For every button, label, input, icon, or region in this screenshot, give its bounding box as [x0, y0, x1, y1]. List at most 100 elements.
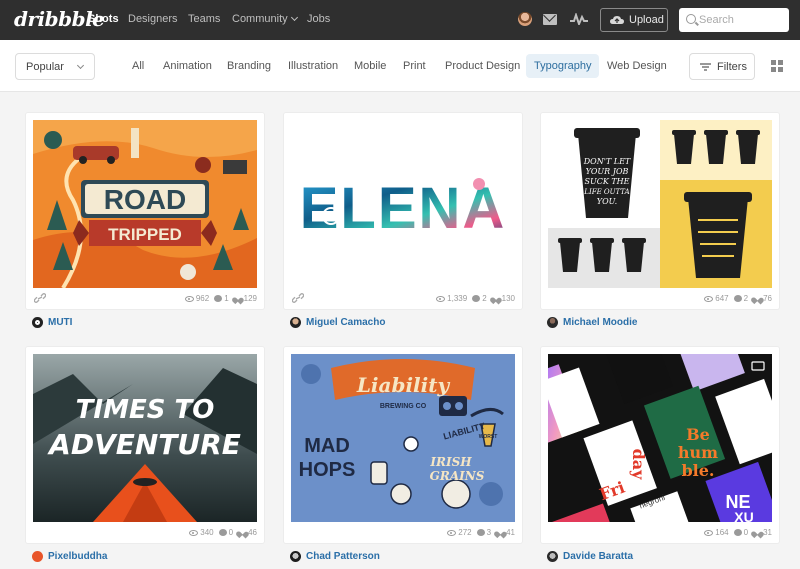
art-text-line3: SUCK THE [584, 177, 629, 186]
tab-branding[interactable]: Branding [219, 54, 279, 78]
shot-stats: 164 0 31 [704, 528, 772, 537]
eye-icon [447, 529, 457, 536]
shot-thumbnail[interactable]: ELENA [291, 120, 515, 288]
shot-thumbnail[interactable]: ROAD TRIPPED [33, 120, 257, 288]
like-button[interactable]: 130 [492, 294, 515, 303]
author-name: Chad Patterson [306, 550, 380, 562]
author-link[interactable]: Davide Baratta [547, 549, 633, 563]
link-icon[interactable] [292, 293, 304, 303]
shot-stats: 272 3 41 [447, 528, 515, 537]
author-link[interactable]: Chad Patterson [290, 549, 380, 563]
art-text-adventure: ADVENTURE [47, 428, 241, 461]
avatar [290, 550, 301, 562]
shot-meta: 164 0 31 [541, 523, 779, 543]
author-name: Michael Moodie [563, 316, 638, 328]
shot-thumbnail[interactable]: Liability BREWING CO MAD HOPS LIABILITY … [291, 354, 515, 522]
eye-icon [436, 295, 446, 302]
sort-select[interactable]: Popular [15, 53, 95, 80]
views-count: 1,339 [447, 294, 468, 303]
avatar [547, 550, 558, 562]
like-button[interactable]: 31 [753, 528, 772, 537]
shot-card-times-to-adventure[interactable]: TIMES TO ADVENTURE 340 0 46 [26, 347, 264, 543]
author-link[interactable]: Pixelbuddha [32, 549, 107, 563]
tab-typography[interactable]: Typography [526, 54, 600, 78]
eye-icon [704, 529, 714, 536]
art-text-day: day [629, 449, 648, 481]
shot-meta: 962 1 129 [26, 289, 264, 309]
elena-illustration: ELENA [291, 120, 515, 288]
grid-view-icon[interactable] [771, 60, 783, 72]
search-box[interactable] [679, 8, 789, 32]
shot-thumbnail[interactable]: TIMES TO ADVENTURE [33, 354, 257, 522]
heart-icon [238, 529, 246, 536]
author-link[interactable]: Miguel Camacho [290, 315, 385, 329]
art-text-hops: HOPS [299, 459, 356, 481]
filters-button[interactable]: Filters [689, 53, 755, 80]
shot-thumbnail[interactable]: Be hum ble. day Fri negroni NE XU [548, 354, 772, 522]
tab-all[interactable]: All [124, 54, 152, 78]
shot-stats: 962 1 129 [184, 294, 257, 303]
filter-lines-icon [700, 63, 711, 71]
tab-animation[interactable]: Animation [155, 54, 220, 78]
comments-count: 0 [228, 528, 234, 537]
comment-icon [733, 529, 742, 536]
views-count: 647 [715, 294, 729, 303]
shot-stats: 340 0 46 [189, 528, 257, 537]
nav-shots[interactable]: Shots [88, 13, 119, 25]
art-text-brewing-co: BREWING CO [380, 403, 427, 410]
mail-icon[interactable] [543, 14, 557, 25]
author-name: Davide Baratta [563, 550, 634, 562]
nav-jobs[interactable]: Jobs [307, 13, 330, 25]
art-text-grains: GRAINS [430, 469, 485, 483]
shot-meta: 647 2 76 [541, 289, 779, 309]
shot-thumbnail[interactable]: DON'T LET YOUR JOB SUCK THE LIFE OUTTA Y… [548, 120, 772, 288]
tab-illustration[interactable]: Illustration [280, 54, 346, 78]
tab-product-design[interactable]: Product Design [437, 54, 528, 78]
like-button[interactable]: 41 [496, 528, 515, 537]
art-text-line5: YOU. [597, 197, 617, 206]
liability-illustration: Liability BREWING CO MAD HOPS LIABILITY … [291, 354, 515, 522]
tab-web-design[interactable]: Web Design [599, 54, 675, 78]
views-count: 164 [715, 528, 729, 537]
tab-print[interactable]: Print [395, 54, 434, 78]
art-text-liability: Liability [356, 373, 451, 397]
adventure-illustration: TIMES TO ADVENTURE [33, 354, 257, 522]
link-icon[interactable] [34, 293, 46, 303]
search-input[interactable] [699, 10, 785, 30]
comments-count: 0 [743, 528, 749, 537]
shot-card-elena[interactable]: ELENA 1,339 2 130 [284, 113, 522, 309]
likes-count: 31 [763, 528, 772, 537]
author-link[interactable]: MUTI [32, 315, 72, 329]
user-avatar[interactable] [518, 12, 532, 26]
likes-count: 76 [763, 294, 772, 303]
top-nav-bar: dribbble Shots Designers Teams Community… [0, 0, 800, 40]
nav-community[interactable]: Community [232, 13, 298, 25]
author-name: Miguel Camacho [306, 316, 386, 328]
avatar [32, 316, 43, 328]
nav-designers[interactable]: Designers [128, 13, 178, 25]
art-text-irish: IRISH [429, 455, 472, 469]
shot-card-coffee-cups[interactable]: DON'T LET YOUR JOB SUCK THE LIFE OUTTA Y… [541, 113, 779, 309]
art-text-line4: LIFE OUTTA [583, 188, 629, 196]
eye-icon [184, 295, 194, 302]
art-text-xu: XU [734, 509, 753, 522]
activity-icon[interactable] [570, 13, 588, 25]
tab-mobile[interactable]: Mobile [346, 54, 394, 78]
like-button[interactable]: 129 [234, 294, 257, 303]
art-text-worst: WORST [479, 434, 498, 440]
art-text-be: Be [686, 425, 710, 444]
art-text-road: ROAD [104, 184, 186, 215]
like-button[interactable]: 76 [753, 294, 772, 303]
shot-card-posters[interactable]: Be hum ble. day Fri negroni NE XU 164 0 … [541, 347, 779, 543]
upload-button[interactable]: Upload [600, 8, 668, 32]
shot-card-liability-brewing[interactable]: Liability BREWING CO MAD HOPS LIABILITY … [284, 347, 522, 543]
likes-count: 129 [243, 294, 257, 303]
shot-card-road-tripped[interactable]: ROAD TRIPPED 962 1 129 [26, 113, 264, 309]
views-count: 962 [195, 294, 210, 303]
like-button[interactable]: 46 [238, 528, 257, 537]
comments-count: 3 [486, 528, 492, 537]
heart-icon [234, 295, 242, 302]
eye-icon [189, 529, 199, 536]
author-link[interactable]: Michael Moodie [547, 315, 637, 329]
nav-teams[interactable]: Teams [188, 13, 220, 25]
